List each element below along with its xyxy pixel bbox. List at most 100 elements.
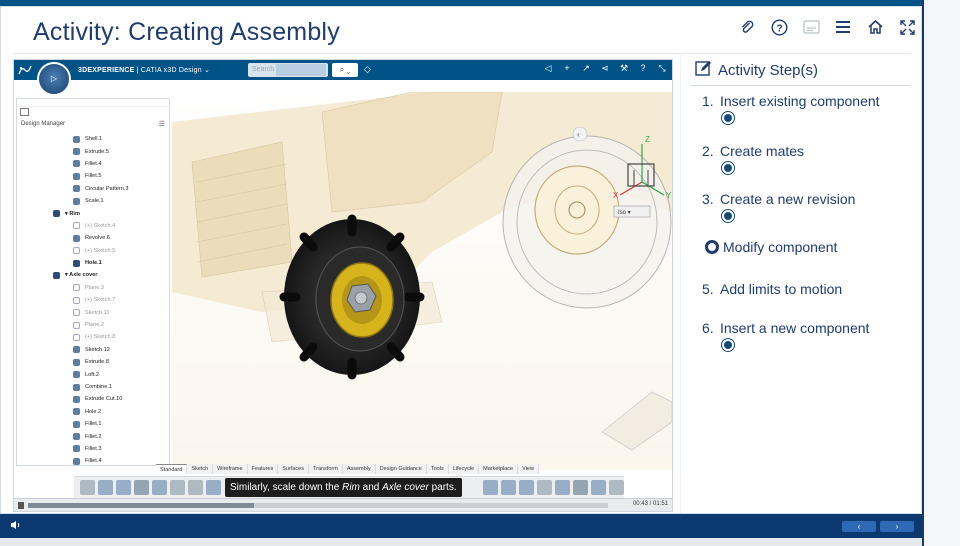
3d-viewport[interactable]: Z X Y Iso ▾ ‹ (172, 91, 672, 470)
tab-sketch[interactable]: Sketch (187, 464, 214, 474)
tab-features[interactable]: Features (247, 464, 279, 474)
progress-fill (28, 503, 254, 508)
tools-icon[interactable]: ⚒ (618, 63, 630, 74)
tree-item[interactable]: ▾ Rim (17, 207, 169, 219)
tool-icon-5[interactable] (483, 480, 499, 495)
next-button[interactable]: › (880, 521, 914, 532)
undo-icon[interactable] (205, 480, 221, 495)
tab-view[interactable]: View (518, 464, 539, 474)
search-button[interactable]: ⌕ ⌄ (332, 63, 358, 77)
network-icon[interactable]: ⋖ (599, 63, 611, 74)
search-input[interactable]: Search (248, 63, 328, 77)
scale-tool-icon[interactable] (573, 480, 589, 495)
tool-icon-7[interactable] (519, 480, 535, 495)
tree-item[interactable]: Fillet.1 (17, 418, 169, 430)
help-icon[interactable]: ? (770, 18, 788, 36)
tab-marketplace[interactable]: Marketplace (479, 464, 519, 474)
tree-item[interactable]: Circular Pattern.3 (17, 183, 169, 195)
volume-icon[interactable] (10, 520, 22, 532)
menu-icon[interactable] (834, 18, 852, 36)
tree-item[interactable]: Fillet.4 (17, 158, 169, 170)
tool-icon-6[interactable] (501, 480, 517, 495)
tab-design-guidance[interactable]: Design Guidance (375, 464, 427, 474)
tree-item[interactable]: (+) Sketch.8 (17, 331, 169, 343)
feature-icon (53, 271, 60, 279)
tree-item[interactable]: Fillet.4 (17, 455, 169, 465)
tree-item[interactable]: Fillet.5 (17, 170, 169, 182)
tool-icon-8[interactable] (537, 480, 553, 495)
tree-item[interactable]: Fillet.2 (17, 430, 169, 442)
step-video-icon[interactable] (722, 112, 734, 124)
tree-item[interactable]: Combine.1 (17, 381, 169, 393)
tool-icon-2[interactable] (115, 480, 131, 495)
collapse-icon[interactable]: ⤡ (656, 63, 668, 74)
tree-item[interactable]: Extrude.5 (17, 145, 169, 157)
prev-button[interactable]: ‹ (842, 521, 876, 532)
tab-assembly[interactable]: Assembly (342, 464, 376, 474)
step-item[interactable]: 5. Add limits to motion (702, 281, 842, 297)
tab-wireframe[interactable]: Wireframe (213, 464, 248, 474)
step-item[interactable]: 1. Insert existing component (702, 93, 880, 124)
tool-icon-3[interactable] (151, 480, 167, 495)
forward-icon[interactable]: ↗ (580, 63, 592, 74)
tree-item-label: Fillet.3 (85, 445, 102, 452)
tree-item[interactable]: Plane.2 (17, 319, 169, 331)
step-video-icon[interactable] (722, 339, 734, 351)
expand-toolbar-icon[interactable] (80, 480, 95, 495)
step-item[interactable]: 6. Insert a new component (702, 320, 869, 351)
tree-item[interactable]: Sketch.12 (17, 344, 169, 356)
tree-item[interactable]: Fillet.3 (17, 443, 169, 455)
tab-transform[interactable]: Transform (308, 464, 343, 474)
app-help-icon[interactable]: ? (637, 63, 649, 74)
step-item[interactable]: 3. Create a new revision (702, 191, 855, 222)
step-item[interactable]: 2. Create mates (702, 143, 804, 174)
tab-surfaces[interactable]: Surfaces (278, 464, 309, 474)
tree-menu-icon[interactable]: ☰ (159, 120, 165, 128)
tree-item-label: Sketch.12 (85, 346, 110, 353)
tool-icon-11[interactable] (609, 480, 624, 495)
view-dropdown[interactable]: Iso ▾ (618, 210, 631, 216)
tool-icon-9[interactable] (555, 480, 571, 495)
step-video-icon[interactable] (722, 210, 734, 222)
tab-tools[interactable]: Tools (426, 464, 449, 474)
step-item[interactable]: Modify component (702, 239, 837, 255)
compass-icon[interactable]: ▷ (37, 62, 71, 96)
transcript-icon[interactable] (802, 18, 820, 36)
tree-item[interactable]: Hole.2 (17, 406, 169, 418)
tree-item-label: Plane.2 (85, 322, 104, 329)
view-prev-button[interactable] (572, 126, 588, 142)
tree-item[interactable]: ▾ Axle cover (17, 269, 169, 281)
fullscreen-icon[interactable] (898, 18, 916, 36)
tree-item[interactable]: Loft.2 (17, 368, 169, 380)
tree-item[interactable]: (+) Sketch.7 (17, 294, 169, 306)
tree-item[interactable]: Hole.1 (17, 257, 169, 269)
tree-item[interactable]: Sketch.11 (17, 306, 169, 318)
brand-rest[interactable]: | CATIA x3D Design ⌄ (134, 67, 210, 74)
tree-item[interactable]: Plane.3 (17, 282, 169, 294)
home-icon[interactable] (866, 18, 884, 36)
tab-lifecycle[interactable]: Lifecycle (448, 464, 480, 474)
tool-icon-4[interactable] (169, 480, 185, 495)
video-progress[interactable]: 00:43 / 01:51 (14, 498, 672, 511)
tree-toggle-icon[interactable] (20, 108, 29, 116)
progress-track[interactable] (254, 503, 608, 508)
feature-icon (73, 445, 80, 453)
paperclip-icon[interactable] (738, 18, 756, 36)
tool-icon-10[interactable] (591, 480, 607, 495)
settings-icon[interactable] (187, 480, 203, 495)
step-video-icon[interactable] (722, 162, 734, 174)
tree-item[interactable]: Revolve.6 (17, 232, 169, 244)
save-icon[interactable] (133, 480, 149, 495)
tab-standard[interactable]: Standard (156, 464, 188, 474)
tree-item[interactable]: Scale.1 (17, 195, 169, 207)
pause-icon[interactable] (18, 502, 24, 509)
add-icon[interactable]: + (561, 63, 573, 74)
tree-item[interactable]: Extrude.8 (17, 356, 169, 368)
tag-icon[interactable]: ◇ (364, 64, 371, 75)
tree-item[interactable]: (+) Sketch.5 (17, 245, 169, 257)
share-icon[interactable]: ◁ (542, 63, 554, 74)
tree-item[interactable]: Extrude Cut.10 (17, 393, 169, 405)
tree-item[interactable]: (+) Sketch.4 (17, 220, 169, 232)
tree-item[interactable]: Shell.1 (17, 133, 169, 145)
tool-icon-1[interactable] (97, 480, 113, 495)
